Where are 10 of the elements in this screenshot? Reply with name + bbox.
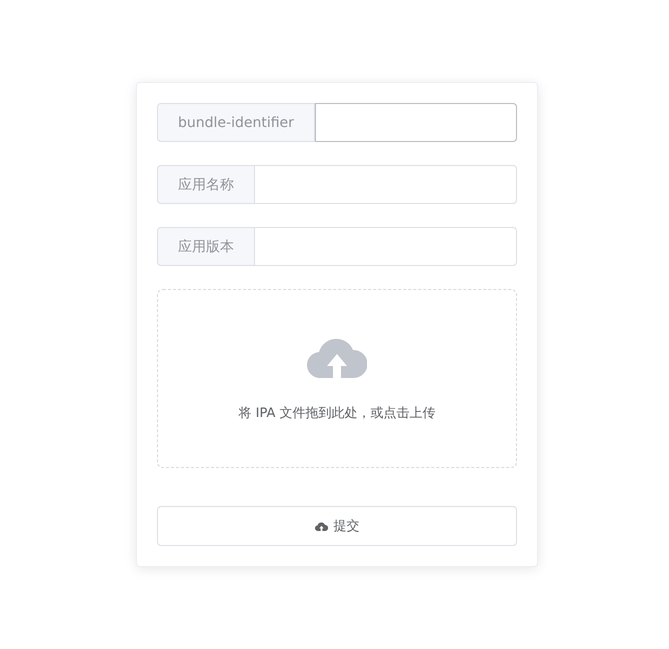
field-label: 应用版本 [157, 227, 255, 266]
upload-dropzone[interactable]: 将 IPA 文件拖到此处，或点击上传 [157, 289, 517, 468]
cloud-upload-icon [314, 521, 328, 531]
upload-hint: 将 IPA 文件拖到此处，或点击上传 [238, 405, 436, 422]
field-label: 应用名称 [157, 165, 255, 204]
submit-button[interactable]: 提交 [157, 506, 517, 546]
input-field[interactable] [255, 165, 517, 204]
input-field[interactable] [255, 227, 517, 266]
input-field[interactable] [314, 103, 517, 142]
field-label: bundle-identifier [157, 103, 315, 142]
